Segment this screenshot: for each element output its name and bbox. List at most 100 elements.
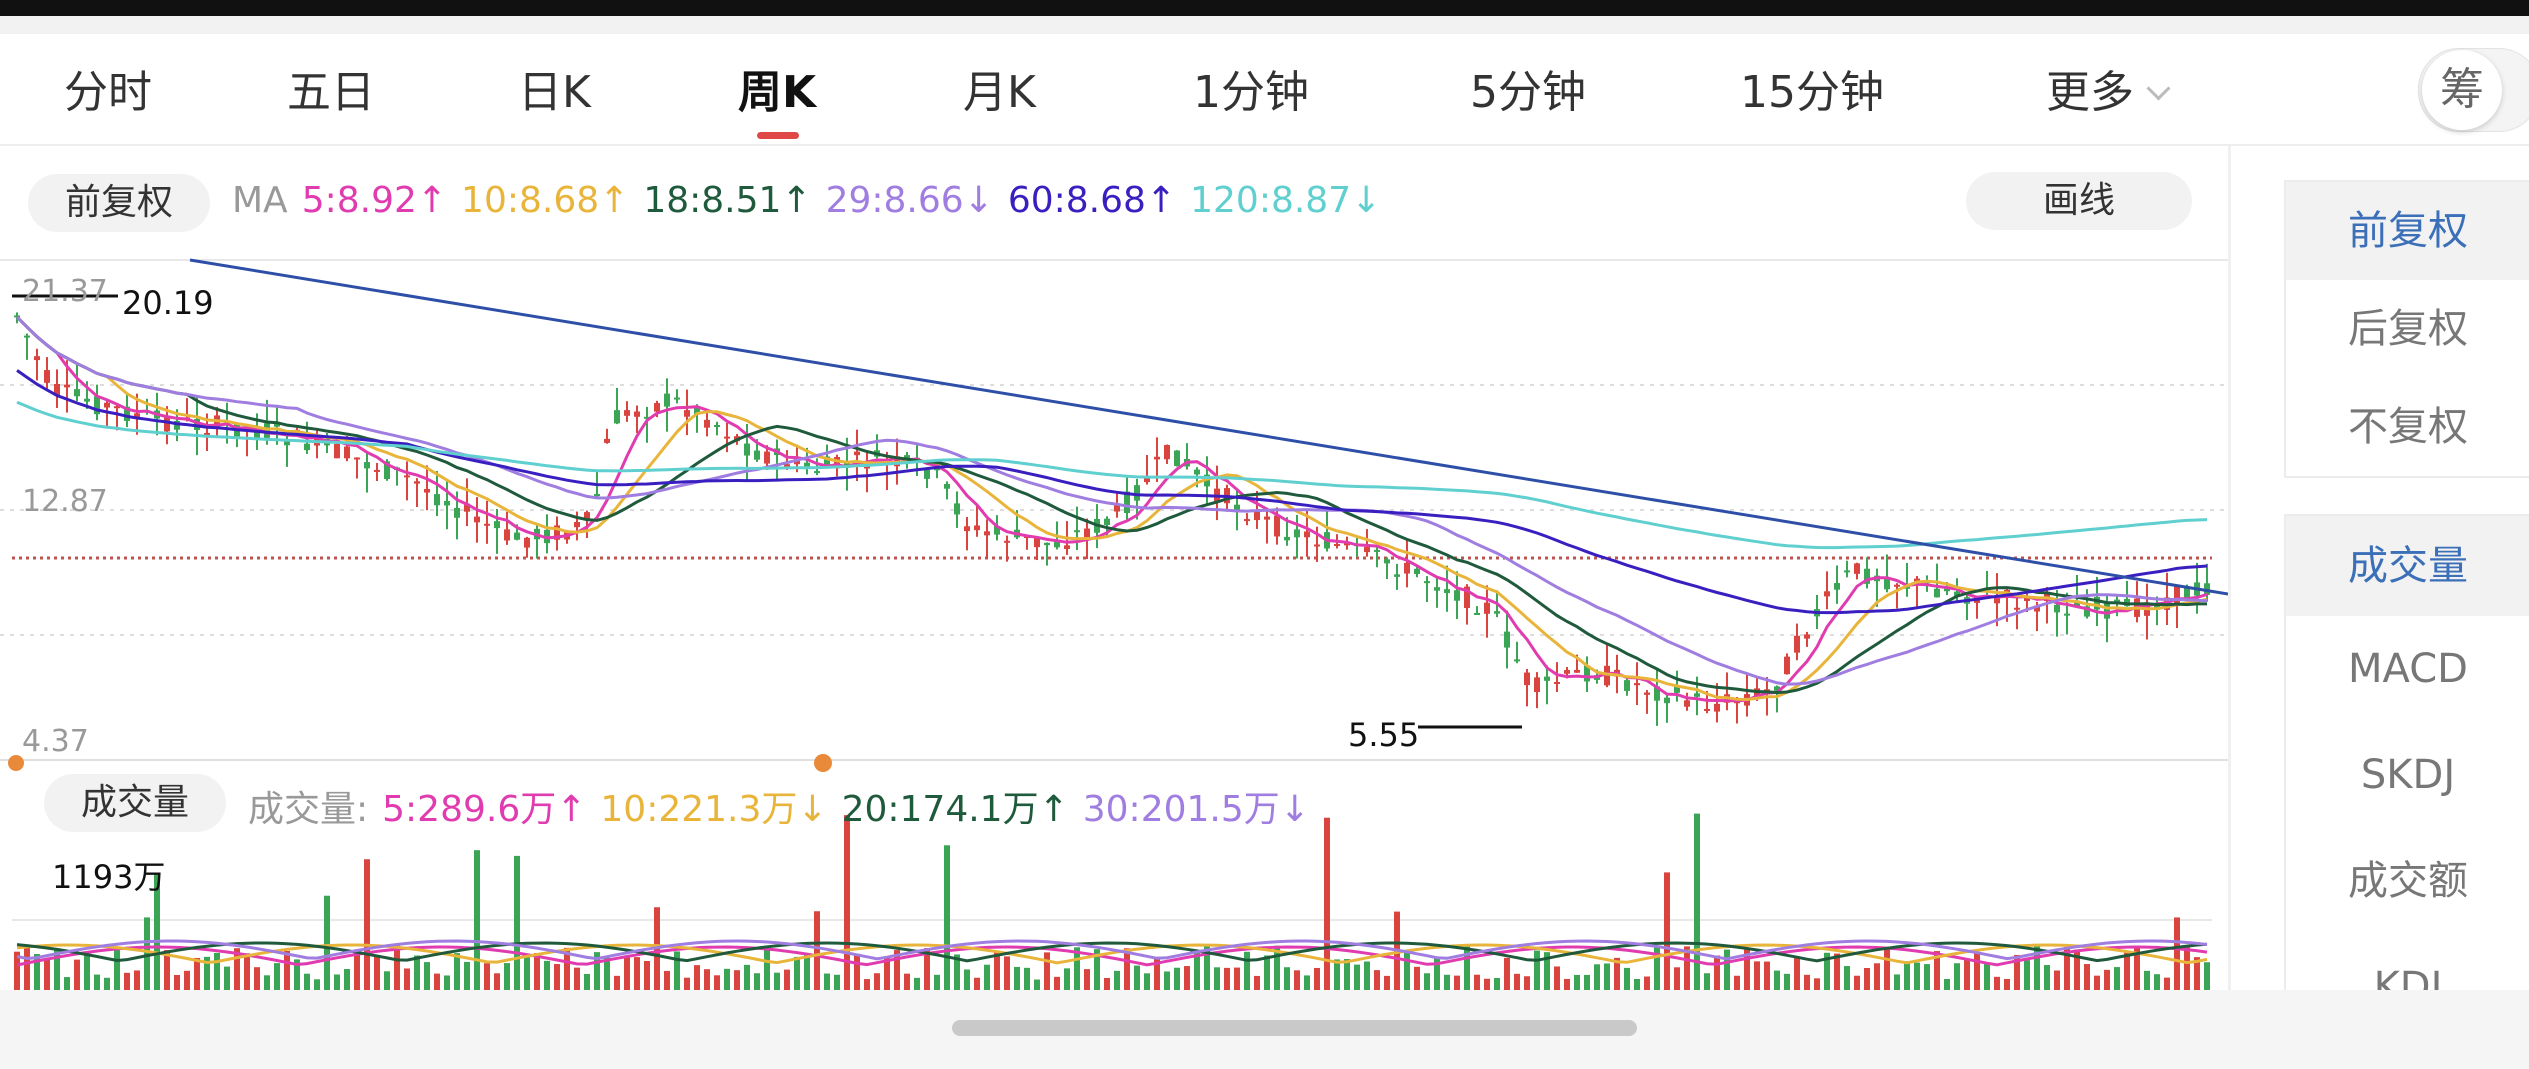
volume-bar — [364, 859, 370, 990]
volume-bar — [2164, 977, 2170, 990]
tab-daily-k[interactable]: 日K — [518, 56, 591, 120]
candle-body — [1794, 635, 1800, 653]
volume-bar — [714, 975, 720, 990]
tab-1min[interactable]: 1分钟 — [1193, 56, 1309, 120]
candle-body — [1174, 450, 1180, 466]
volume-bar — [1754, 961, 1760, 990]
draw-line-button[interactable]: 画线 — [1966, 172, 2192, 230]
ma-prefix: MA — [232, 180, 288, 221]
panel-item-no-adjust[interactable]: 不复权 — [2286, 378, 2529, 476]
candle-body — [414, 481, 420, 484]
volume-bar — [1364, 961, 1370, 990]
vol-ma20-value: 20:174.1万↑ — [841, 789, 1069, 830]
volume-bar — [634, 957, 640, 990]
volume-bar — [1984, 963, 1990, 990]
candle-body — [624, 410, 630, 416]
volume-bar — [1834, 953, 1840, 990]
volume-bar — [24, 946, 30, 990]
volume-bar — [1874, 963, 1880, 990]
volume-bar — [794, 956, 800, 990]
volume-bar — [1724, 949, 1730, 990]
volume-bar — [184, 970, 190, 990]
volume-bar — [1574, 974, 1580, 990]
volume-bar — [1254, 975, 1260, 990]
volume-bar — [384, 971, 390, 990]
candle-body — [2064, 613, 2070, 616]
panel-item-macd[interactable]: MACD — [2286, 616, 2529, 722]
max-price-annotation: 20.19 — [122, 284, 214, 322]
volume-bar — [764, 945, 770, 990]
volume-bar — [1234, 967, 1240, 990]
candle-body — [1664, 697, 1670, 704]
volume-bar — [584, 973, 590, 990]
candle-body — [654, 403, 660, 412]
tab-15min[interactable]: 15分钟 — [1740, 56, 1884, 120]
volume-bar — [1374, 970, 1380, 990]
candle-body — [744, 443, 750, 456]
panel-item-skdj[interactable]: SKDJ — [2286, 722, 2529, 828]
candle-body — [1034, 538, 1040, 548]
candle-body — [1714, 703, 1720, 712]
volume-bar — [1144, 973, 1150, 990]
volume-bar — [1084, 969, 1090, 990]
tab-fenshi[interactable]: 分时 — [64, 56, 152, 120]
candle-body — [634, 411, 640, 417]
volume-bar — [224, 966, 230, 990]
candle-body — [1494, 611, 1500, 614]
panel-item-turnover[interactable]: 成交额 — [2286, 828, 2529, 934]
kline-chart[interactable] — [0, 150, 2228, 990]
home-indicator[interactable] — [952, 1020, 1637, 1036]
volume-bar — [124, 972, 130, 990]
volume-indicator-button[interactable]: 成交量 — [44, 774, 226, 832]
candle-body — [1304, 531, 1310, 538]
volume-bar — [2124, 952, 2130, 990]
volume-bar — [1184, 966, 1190, 990]
volume-bar — [64, 977, 70, 990]
candle-body — [1274, 515, 1280, 537]
volume-bar — [1804, 974, 1810, 990]
tab-more[interactable]: 更多 — [2046, 56, 2171, 120]
ma-legend: MA 5:8.92↑ 10:8.68↑ 18:8.51↑ 29:8.66↓ 60:8.68… — [232, 180, 1395, 221]
candle-body — [344, 446, 350, 459]
panel-item-kdj[interactable]: KDJ — [2286, 934, 2529, 992]
candle-body — [1064, 545, 1070, 550]
volume-bar — [534, 952, 540, 990]
volume-bar — [784, 969, 790, 990]
volume-bar — [1944, 978, 1950, 990]
volume-bar — [1554, 966, 1560, 990]
candle-body — [1534, 677, 1540, 693]
tab-monthly-k[interactable]: 月K — [963, 56, 1036, 120]
tab-weekly-k[interactable]: 周K — [738, 56, 816, 120]
candle-body — [1004, 540, 1010, 543]
adjust-mode-panel: 前复权 后复权 不复权 — [2284, 180, 2529, 478]
volume-bar — [1514, 973, 1520, 990]
candle-body — [1834, 583, 1840, 590]
panel-item-forward-adjust[interactable]: 前复权 — [2286, 182, 2529, 280]
panel-item-volume[interactable]: 成交量 — [2286, 516, 2529, 616]
candle-body — [724, 436, 730, 439]
candle-body — [1894, 584, 1900, 587]
candle-body — [1244, 519, 1250, 522]
volume-bar — [1904, 961, 1910, 990]
volume-bar — [1044, 952, 1050, 990]
volume-bar — [854, 953, 860, 990]
tab-five-day[interactable]: 五日 — [287, 56, 375, 120]
adjust-mode-button[interactable]: 前复权 — [28, 174, 210, 232]
volume-bar — [664, 970, 670, 990]
volume-bar — [544, 960, 550, 990]
volume-bar — [2144, 970, 2150, 990]
candle-body — [1784, 656, 1790, 675]
candle-body — [1644, 692, 1650, 695]
candle-body — [574, 522, 580, 528]
candle-body — [1854, 563, 1860, 574]
candle-body — [34, 356, 40, 361]
volume-bar — [814, 911, 820, 990]
panel-item-backward-adjust[interactable]: 后复权 — [2286, 280, 2529, 378]
ma120-value: 120:8.87↓ — [1190, 180, 1382, 221]
volume-bar — [624, 957, 630, 990]
volume-bar — [444, 975, 450, 990]
volume-bar — [1244, 951, 1250, 990]
tab-5min[interactable]: 5分钟 — [1470, 56, 1586, 120]
candle-body — [334, 443, 340, 459]
chip-toggle-knob[interactable]: 筹 — [2422, 50, 2502, 130]
